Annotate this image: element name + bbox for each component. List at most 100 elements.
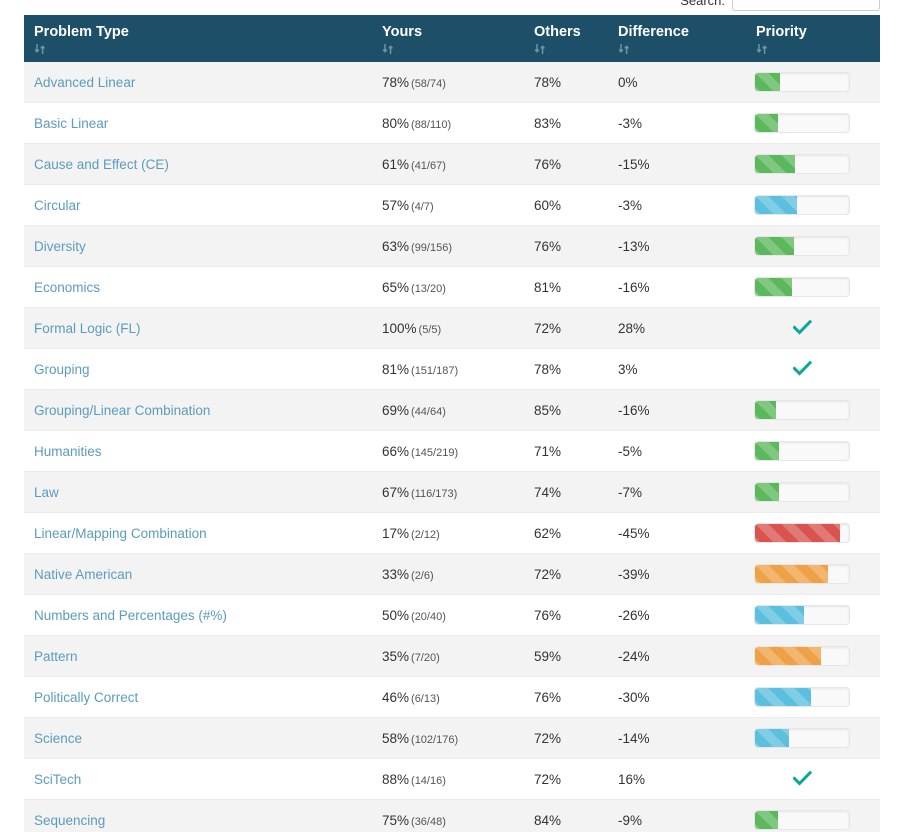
cell-difference: 28% [608,308,746,349]
cell-priority [746,800,880,832]
problem-type-link[interactable]: Advanced Linear [34,75,135,90]
problem-type-link[interactable]: Diversity [34,239,86,254]
cell-priority [746,636,880,677]
priority-progress-fill [755,114,778,132]
cell-problem-type: Cause and Effect (CE) [24,144,372,185]
priority-progress-bar [754,687,850,707]
priority-progress-fill [755,524,840,542]
cell-yours: 17%(2/12) [372,513,524,554]
problem-type-link[interactable]: Sequencing [34,813,105,828]
cell-others: 71% [524,431,608,472]
sort-both-icon[interactable] [34,43,46,56]
search-input[interactable] [732,0,880,11]
priority-progress-fill [755,401,776,419]
problem-type-link[interactable]: Pattern [34,649,78,664]
yours-fraction: (14/16) [411,775,446,787]
table-row: Science58%(102/176)72%-14% [24,718,880,759]
problem-type-link[interactable]: Formal Logic (FL) [34,321,141,336]
priority-progress-fill [755,647,821,665]
priority-progress-bar [754,728,850,748]
problem-type-link[interactable]: Economics [34,280,100,295]
yours-percent: 63% [382,239,409,254]
yours-fraction: (5/5) [419,324,442,336]
priority-progress-fill [755,483,779,501]
cell-difference: -16% [608,390,746,431]
cell-difference: -5% [608,431,746,472]
check-icon [754,769,850,789]
problem-type-link[interactable]: Numbers and Percentages (#%) [34,608,227,623]
cell-yours: 75%(36/48) [372,800,524,832]
cell-priority [746,390,880,431]
problem-type-link[interactable]: Grouping [34,362,90,377]
problem-type-link[interactable]: Science [34,731,82,746]
problem-type-performance-table-page: Search: Problem Type [0,0,904,832]
column-header-problem-type[interactable]: Problem Type [24,15,372,62]
cell-priority [746,185,880,226]
cell-others: 76% [524,677,608,718]
priority-progress-fill [755,606,804,624]
cell-priority [746,718,880,759]
problem-type-link[interactable]: Humanities [34,444,102,459]
sort-both-icon[interactable] [756,43,768,56]
problem-type-link[interactable]: Cause and Effect (CE) [34,157,169,172]
table-row: Formal Logic (FL)100%(5/5)72%28% [24,308,880,349]
cell-problem-type: Sequencing [24,800,372,832]
cell-problem-type: Law [24,472,372,513]
cell-difference: 3% [608,349,746,390]
yours-percent: 35% [382,649,409,664]
check-icon [754,318,850,338]
priority-progress-bar [754,154,850,174]
table-container: Problem Type Yours [24,15,880,832]
problem-type-link[interactable]: Native American [34,567,132,582]
yours-fraction: (13/20) [411,283,446,295]
column-header-label: Yours [382,24,514,41]
yours-fraction: (6/13) [411,693,440,705]
sort-both-icon[interactable] [382,43,394,56]
cell-others: 62% [524,513,608,554]
cell-priority [746,677,880,718]
cell-others: 76% [524,226,608,267]
problem-type-link[interactable]: Grouping/Linear Combination [34,403,210,418]
cell-yours: 100%(5/5) [372,308,524,349]
table-row: Diversity63%(99/156)76%-13% [24,226,880,267]
problem-type-link[interactable]: Politically Correct [34,690,138,705]
table-row: Basic Linear80%(88/110)83%-3% [24,103,880,144]
column-header-difference[interactable]: Difference [608,15,746,62]
table-row: Politically Correct46%(6/13)76%-30% [24,677,880,718]
column-header-others[interactable]: Others [524,15,608,62]
sort-both-icon[interactable] [534,43,546,56]
problem-type-link[interactable]: Basic Linear [34,116,108,131]
cell-difference: -45% [608,513,746,554]
yours-percent: 66% [382,444,409,459]
yours-percent: 46% [382,690,409,705]
cell-problem-type: Diversity [24,226,372,267]
column-header-priority[interactable]: Priority [746,15,880,62]
cell-priority [746,226,880,267]
priority-progress-fill [755,278,792,296]
cell-others: 72% [524,554,608,595]
table-row: Law67%(116/173)74%-7% [24,472,880,513]
problem-type-link[interactable]: SciTech [34,772,81,787]
cell-priority [746,62,880,103]
cell-priority [746,595,880,636]
column-header-yours[interactable]: Yours [372,15,524,62]
cell-others: 74% [524,472,608,513]
cell-problem-type: Pattern [24,636,372,677]
yours-percent: 65% [382,280,409,295]
problem-type-link[interactable]: Circular [34,198,81,213]
problem-type-link[interactable]: Law [34,485,59,500]
search-area: Search: [0,0,880,14]
cell-problem-type: Humanities [24,431,372,472]
table-row: Linear/Mapping Combination 17%(2/12)62%-4… [24,513,880,554]
sort-both-icon[interactable] [618,43,630,56]
cell-yours: 66%(145/219) [372,431,524,472]
yours-fraction: (99/156) [411,242,452,254]
cell-others: 72% [524,718,608,759]
priority-progress-fill [755,442,779,460]
yours-fraction: (44/64) [411,406,446,418]
problem-type-link[interactable]: Linear/Mapping Combination [34,526,207,541]
cell-problem-type: Science [24,718,372,759]
cell-difference: -9% [608,800,746,832]
priority-progress-fill [755,729,789,747]
cell-problem-type: SciTech [24,759,372,800]
